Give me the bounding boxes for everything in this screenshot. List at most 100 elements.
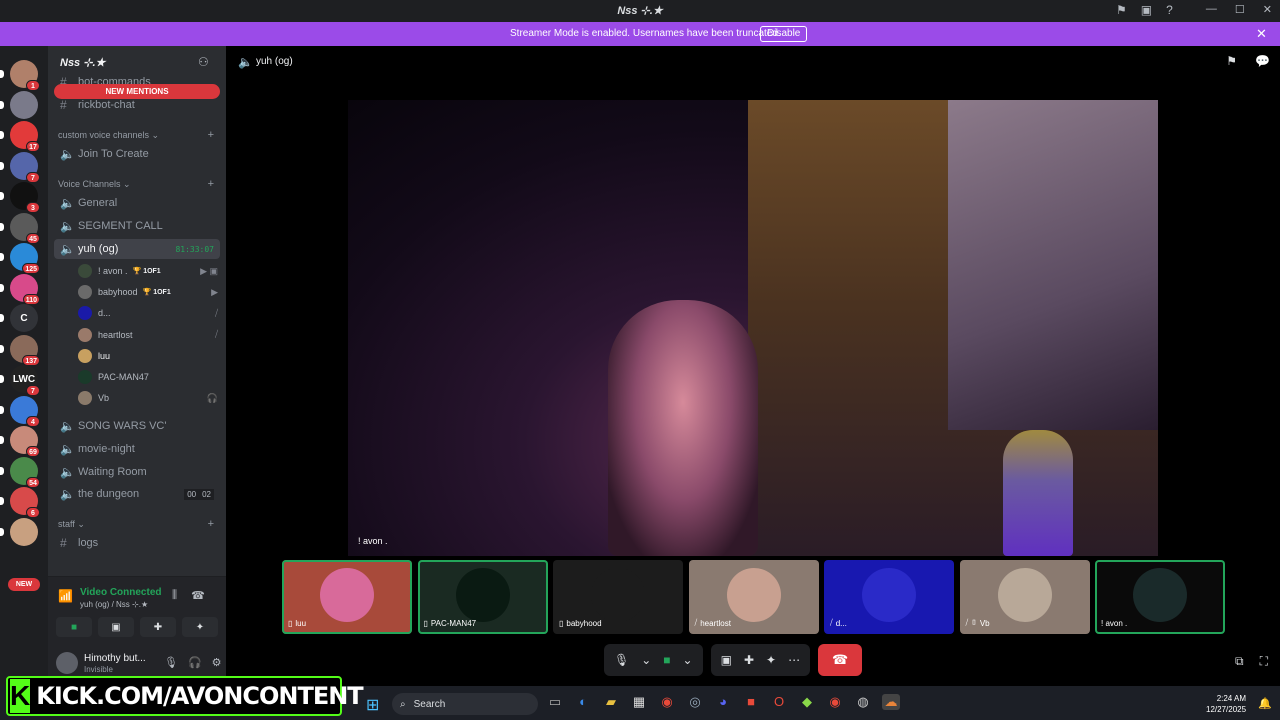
add-channel-icon[interactable]: + <box>208 129 214 141</box>
help-icon[interactable]: ? <box>1166 3 1173 17</box>
settings-gear-icon[interactable]: ⚙ <box>212 656 222 669</box>
server-icon[interactable]: 54 <box>0 456 40 488</box>
channel-logs[interactable]: # logs <box>54 533 220 553</box>
microphone-icon[interactable]: 🎙 <box>164 656 178 669</box>
voice-member[interactable]: luu <box>78 347 218 365</box>
channel-yuh-og[interactable]: 🔈 yuh (og) 81:33:07 <box>54 239 220 259</box>
voice-status[interactable]: Video Connected <box>80 587 162 598</box>
voice-member[interactable]: babyhood 🏆 1OF1 ▶ <box>78 283 218 301</box>
channel-the-dungeon[interactable]: 🔈 the dungeon 00 02 <box>54 484 220 504</box>
voice-member[interactable]: Vb 🎧 <box>78 389 218 407</box>
server-icon[interactable]: 3 <box>0 182 40 213</box>
server-icon[interactable]: 1 <box>0 60 40 91</box>
monitor-icon[interactable]: ▣ <box>1141 3 1152 17</box>
windows-start-icon[interactable]: ⊞ <box>366 695 379 715</box>
new-badge[interactable]: NEW <box>8 578 40 591</box>
camera-icon[interactable]: ■ <box>663 653 670 667</box>
file-explorer-icon[interactable]: ▰ <box>602 694 620 710</box>
disconnect-icon[interactable]: ☎ <box>191 589 205 602</box>
soundboard-button[interactable]: ✦ <box>182 617 218 637</box>
channel-general[interactable]: 🔈 General <box>54 193 220 213</box>
participant-tile[interactable]: ▯ babyhood <box>553 560 683 634</box>
participant-tile[interactable]: ! avon . <box>1095 560 1225 634</box>
minimize-icon[interactable]: — <box>1206 3 1217 16</box>
close-icon[interactable]: ✕ <box>1263 3 1272 16</box>
notification-bell-icon[interactable]: 🔔 <box>1258 697 1272 710</box>
hang-up-button[interactable]: ☎ <box>818 644 863 676</box>
server-icon[interactable]: LWC 7 <box>0 365 40 396</box>
channel-join-to-create[interactable]: 🔈 Join To Create <box>54 144 220 164</box>
participant-tile[interactable]: ▯ PAC-MAN47 <box>417 560 548 634</box>
pop-out-icon[interactable]: ⧉ <box>1235 654 1244 669</box>
server-header[interactable]: Nss ⊹.★ ⚇ <box>48 46 226 78</box>
more-icon[interactable]: ⋯ <box>788 653 800 667</box>
obs-icon[interactable]: ◍ <box>854 694 872 710</box>
category-staff[interactable]: staff ⌄ + <box>58 518 218 530</box>
channel-waiting-room[interactable]: 🔈 Waiting Room <box>54 462 220 482</box>
bookmark-icon[interactable]: ⚑ <box>1226 54 1237 68</box>
voice-member[interactable]: ! avon . 🏆 1OF1 ▶ ▣ <box>78 262 218 280</box>
channel-segment-call[interactable]: 🔈 SEGMENT CALL <box>54 216 220 236</box>
server-icon[interactable]: C <box>0 304 38 332</box>
chrome-icon[interactable]: ◉ <box>826 694 844 710</box>
store-icon[interactable]: ▦ <box>630 694 648 710</box>
username[interactable]: Himothy but... <box>84 653 146 664</box>
add-channel-icon[interactable]: + <box>208 178 214 190</box>
participant-tile[interactable]: ▯ luu <box>282 560 412 634</box>
participant-tile[interactable]: ⧸ d... <box>824 560 954 634</box>
task-view-icon[interactable]: ▭ <box>546 694 564 710</box>
chevron-down-icon[interactable]: ⌄ <box>683 653 693 667</box>
chrome-icon[interactable]: ◉ <box>658 694 676 710</box>
server-icon[interactable] <box>0 517 38 546</box>
maximize-icon[interactable]: ☐ <box>1235 3 1245 16</box>
server-icon[interactable] <box>0 90 38 119</box>
server-icon[interactable]: 125 <box>0 243 40 274</box>
server-icon[interactable]: 45 <box>0 212 40 244</box>
fullscreen-icon[interactable]: ⛶ <box>1260 654 1268 669</box>
server-icon[interactable]: 4 <box>0 395 40 427</box>
app-icon[interactable]: ☁ <box>882 694 900 710</box>
chat-icon[interactable]: 💬 <box>1255 54 1270 68</box>
category-voice-channels[interactable]: Voice Channels ⌄ + <box>58 178 218 190</box>
opera-icon[interactable]: O <box>770 694 788 710</box>
discord-icon[interactable]: ◕ <box>714 694 732 710</box>
system-clock[interactable]: 2:24 AM 12/27/2025 <box>1206 693 1246 715</box>
channel-movie-night[interactable]: 🔈 movie-night <box>54 439 220 459</box>
activities-button[interactable]: ✚ <box>140 617 176 637</box>
server-icon[interactable]: 17 <box>0 121 40 152</box>
app-icon[interactable]: ■ <box>742 694 760 710</box>
channel-song-wars[interactable]: 🔈 SONG WARS VC' <box>54 416 220 436</box>
edge-icon[interactable]: ◐ <box>574 694 592 710</box>
participant-tile[interactable]: ⧸ ▯ Vb <box>959 560 1090 634</box>
chevron-down-icon[interactable]: ⌄ <box>641 653 651 667</box>
screen-share-icon[interactable]: ▣ <box>721 653 732 667</box>
server-icon[interactable]: 110 <box>0 273 40 305</box>
server-icon[interactable]: 7 <box>0 151 40 183</box>
app-icon[interactable]: ◆ <box>798 694 816 710</box>
noise-suppression-icon[interactable]: ⫼ <box>172 589 177 602</box>
microphone-icon[interactable]: 🎙 <box>614 653 629 667</box>
banner-close-icon[interactable]: ✕ <box>1256 26 1267 42</box>
camera-button[interactable]: ■ <box>56 617 92 637</box>
channel-rickbot-chat[interactable]: # rickbot-chat <box>54 95 220 115</box>
server-icon[interactable]: 137 <box>0 334 40 366</box>
headphones-icon[interactable]: 🎧 <box>188 656 202 669</box>
inbox-icon[interactable]: ⚑ <box>1116 3 1127 17</box>
participant-tile[interactable]: ⧸ heartlost <box>688 560 819 634</box>
screen-share-button[interactable]: ▣ <box>98 617 134 637</box>
add-channel-icon[interactable]: + <box>208 518 214 530</box>
signal-icon[interactable]: 📶 <box>58 589 73 603</box>
focused-video-stream[interactable]: ! avon . <box>348 100 1158 556</box>
avatar[interactable] <box>56 652 78 674</box>
taskbar-search[interactable]: ⌕ Search <box>392 693 538 715</box>
voice-member[interactable]: PAC-MAN47 <box>78 368 218 386</box>
voice-member[interactable]: heartlost ⧸ <box>78 326 218 344</box>
steam-icon[interactable]: ◎ <box>686 694 704 710</box>
invite-icon[interactable]: ⚇ <box>198 55 209 69</box>
server-icon[interactable]: 6 <box>0 487 40 518</box>
activities-icon[interactable]: ✚ <box>744 653 754 667</box>
voice-member[interactable]: d... ⧸ <box>78 304 218 322</box>
soundboard-icon[interactable]: ✦ <box>766 653 776 667</box>
disable-button[interactable]: Disable <box>760 26 808 42</box>
category-custom-voice[interactable]: custom voice channels ⌄ + <box>58 129 218 141</box>
